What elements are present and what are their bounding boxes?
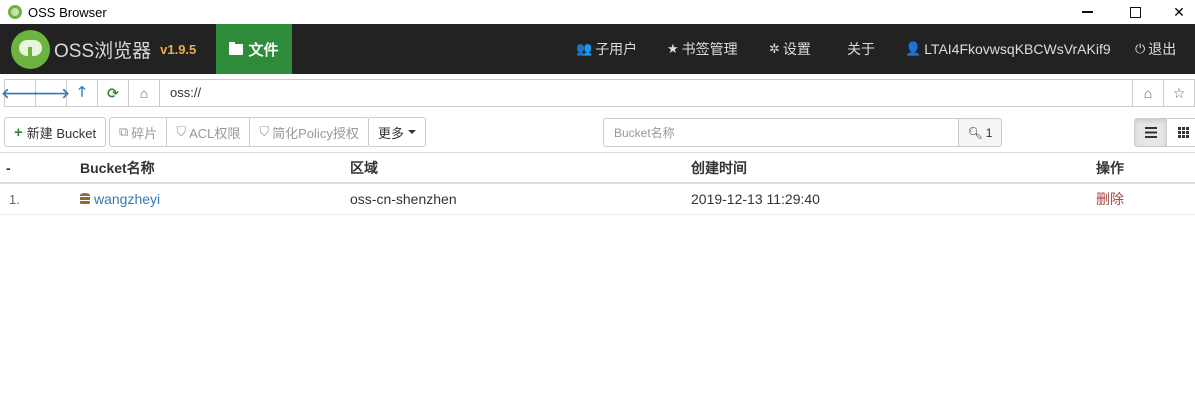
home-icon: ⌂ [1143,85,1153,101]
star-outline-icon: ☆ [1172,84,1186,101]
refresh-button[interactable]: ⟳ [98,80,129,106]
window-titlebar: OSS Browser [0,0,1195,24]
minimize-icon [1081,11,1093,13]
nav-bookmarks-label: 书签管理 [681,41,738,57]
table-row[interactable]: 1. wangzheyi oss-cn-shenzhen 2019-12-13 … [0,184,1195,215]
more-dropdown: 更多 [368,117,427,147]
user-icon: 👤 [905,41,922,56]
fragments-button[interactable]: ⧉ 碎片 [109,117,168,147]
gear-icon: ✲ [769,41,780,56]
col-region[interactable]: 区域 [350,153,378,184]
minimize-button[interactable] [1064,0,1110,24]
policy-label: 简化Policy授权 [272,125,359,141]
home-button[interactable]: ⌂ [129,80,160,106]
search-icon: 🔍︎ [967,125,983,140]
maximize-button[interactable] [1112,0,1158,24]
nav-logout[interactable]: ⏻ 退出 [1135,24,1176,74]
search-button[interactable]: 🔍︎ 1 [958,118,1002,147]
more-label: 更多 [378,125,405,141]
shield-icon: ⛉ [259,124,270,139]
account-id: LTAI4FkovwsqKBCWsVrAKif9 [924,41,1111,57]
address-input[interactable]: oss:// [160,80,1132,106]
oss-logo-icon [11,29,50,69]
app-version: v1.9.5 [160,41,197,57]
bucket-search-input[interactable] [603,118,958,147]
close-button[interactable]: ✕ [1156,0,1195,24]
bucket-name-cell: wangzheyi [80,184,160,215]
delete-link[interactable]: 删除 [1096,184,1124,215]
arrow-up-icon: 🡑 [78,83,86,99]
nav-subusers-label: 子用户 [595,41,638,57]
fragments-label: 碎片 [131,125,158,141]
folder-icon [229,41,244,55]
up-button[interactable]: 🡑 [67,80,98,106]
app-name: OSS浏览器 [54,40,152,62]
maximize-icon [1129,6,1141,18]
list-icon [1144,127,1157,138]
plus-icon: + [14,123,23,141]
view-toggle [1134,118,1195,147]
window-title: OSS Browser [28,4,107,20]
database-icon [80,193,90,205]
bucket-search: 🔍︎ 1 [603,118,1002,147]
col-bucket-name[interactable]: Bucket名称 [80,153,155,184]
table-header: - Bucket名称 区域 创建时间 操作 [0,152,1195,184]
power-icon: ⏻ [1135,41,1146,56]
top-navbar: OSS浏览器 v1.9.5 文件 👥 子用户 ★ 书签管理 ✲ 设置 关于 👤 … [0,24,1195,74]
policy-button[interactable]: ⛉ 简化Policy授权 [250,117,369,147]
nav-about[interactable]: 关于 [847,24,875,74]
row-index: 1. [9,192,20,207]
created-cell: 2019-12-13 11:29:40 [691,191,820,207]
grid-view-button[interactable] [1167,118,1195,147]
arrow-right-icon: 🡒 [32,84,70,101]
nav-tab-files-label: 文件 [248,41,279,59]
nav-about-label: 关于 [847,41,875,57]
new-bucket-label: 新建 Bucket [26,125,97,141]
grid-icon [1177,127,1189,138]
toolbar: + 新建 Bucket [4,117,107,147]
address-bar: 🡐 🡒 🡑 ⟳ ⌂ oss:// ⌂ ☆ [1,79,1195,107]
col-actions: 操作 [1096,160,1124,176]
app-logo-icon [8,5,22,19]
nav-account[interactable]: 👤 LTAI4FkovwsqKBCWsVrAKif9 [905,24,1111,74]
acl-button[interactable]: ⛉ ACL权限 [167,117,251,147]
shield-icon: ⛉ [176,124,187,139]
search-count: 1 [985,125,993,140]
forward-button[interactable]: 🡒 [32,80,70,106]
acl-label: ACL权限 [189,125,241,141]
users-icon: 👥 [576,41,593,56]
new-bucket-button[interactable]: + 新建 Bucket [4,117,107,147]
set-home-button[interactable]: ⌂ [1132,80,1163,106]
brand[interactable]: OSS浏览器 v1.9.5 [0,24,196,74]
star-icon: ★ [667,41,679,56]
caret-down-icon [408,130,417,134]
bucket-table: - Bucket名称 区域 创建时间 操作 1. wangzheyi oss-c… [0,152,1195,215]
list-view-button[interactable] [1134,118,1167,147]
nav-bookmarks[interactable]: ★ 书签管理 [667,24,738,74]
bucket-name-link[interactable]: wangzheyi [94,191,160,207]
home-icon: ⌂ [139,85,149,101]
refresh-icon: ⟳ [107,84,119,101]
nav-logout-label: 退出 [1148,41,1177,57]
copy-icon: ⧉ [119,124,129,139]
close-icon: ✕ [1173,3,1185,20]
nav-settings[interactable]: ✲ 设置 [769,24,811,74]
nav-subusers[interactable]: 👥 子用户 [576,24,637,74]
nav-settings-label: 设置 [782,41,811,57]
nav-tab-files[interactable]: 文件 [216,24,292,74]
more-button[interactable]: 更多 [368,117,427,147]
bookmark-button[interactable]: ☆ [1163,80,1194,106]
col-created[interactable]: 创建时间 [691,153,747,184]
bucket-actions-group: ⧉ 碎片 ⛉ ACL权限 ⛉ 简化Policy授权 [109,117,369,147]
region-cell: oss-cn-shenzhen [350,191,457,207]
col-index: - [6,160,11,176]
